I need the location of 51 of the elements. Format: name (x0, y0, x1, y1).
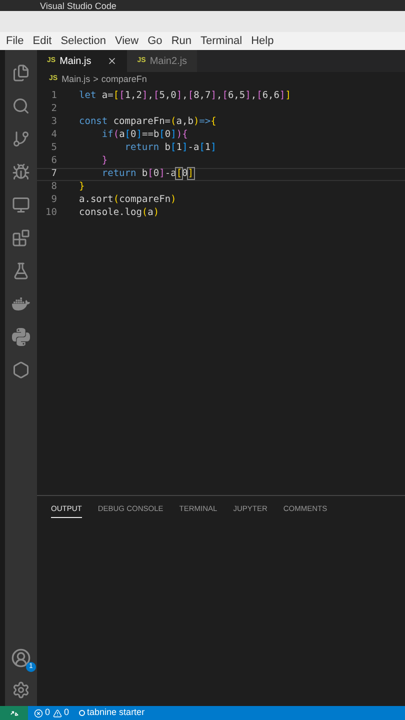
code-line: } (79, 180, 85, 194)
snake-logo-icon[interactable] (12, 328, 30, 346)
account-icon[interactable] (11, 648, 31, 668)
code-line: const compareFn=(a,b)=>{ (79, 115, 216, 130)
code-line: } (100, 154, 108, 168)
breadcrumb-symbol[interactable]: compareFn (101, 72, 147, 86)
close-icon[interactable] (107, 56, 118, 66)
warning-count[interactable]: 0 (64, 706, 70, 720)
code-line: return b[1]-a[1] (124, 141, 216, 156)
menu-item[interactable]: Edit (32, 32, 52, 50)
menu-item[interactable]: Run (171, 32, 192, 50)
flask-icon[interactable] (12, 262, 30, 280)
monitor-icon[interactable] (12, 196, 30, 214)
line-number: 4 (50, 128, 58, 142)
extension-status[interactable]: tabnine starter (87, 706, 145, 720)
error-count[interactable]: 0 (45, 706, 50, 720)
remote-button[interactable] (0, 706, 28, 720)
window-title: Visual Studio Code (40, 0, 116, 10)
menu-item[interactable]: Selection (60, 32, 106, 50)
warning-icon[interactable] (53, 708, 62, 718)
whale-icon[interactable] (12, 294, 30, 312)
breadcrumb-file[interactable]: Main.js (62, 72, 90, 86)
branch-icon[interactable] (12, 130, 30, 148)
hexagon-icon[interactable] (12, 360, 30, 378)
menu-item[interactable]: Go (148, 32, 162, 50)
error-icon[interactable] (34, 708, 43, 718)
settings-icon[interactable] (12, 681, 30, 699)
line-number: 1 (50, 89, 58, 104)
line-number: 2 (50, 102, 58, 116)
line-number: 6 (50, 154, 58, 168)
code-line: let a=[[1,2],[5,0],[8,7],[6,5],[6,6]] (79, 89, 291, 104)
menu-item[interactable]: Help (251, 32, 274, 50)
line-number: 10 (44, 206, 58, 220)
line-number: 9 (50, 193, 58, 208)
menu-item[interactable]: View (114, 32, 139, 50)
search-icon[interactable] (12, 96, 30, 114)
line-number: 8 (50, 180, 58, 194)
tabnine-icon (79, 710, 86, 716)
code-line: a.sort(compareFn) (79, 193, 176, 208)
code-line: console.log(a) (79, 206, 160, 220)
line-number: 3 (50, 115, 58, 130)
blocks-icon[interactable] (12, 228, 30, 246)
bug-icon[interactable] (12, 162, 30, 180)
code-line: if(a[0]==b[0]){ (100, 128, 188, 142)
remote-icon (10, 708, 18, 718)
menu-item[interactable]: File (6, 32, 24, 50)
line-number: 7 (50, 167, 58, 182)
files-icon[interactable] (12, 64, 30, 82)
line-number: 5 (50, 141, 58, 156)
breadcrumb-separator: > (93, 72, 98, 86)
menu-item[interactable]: Terminal (200, 32, 242, 50)
